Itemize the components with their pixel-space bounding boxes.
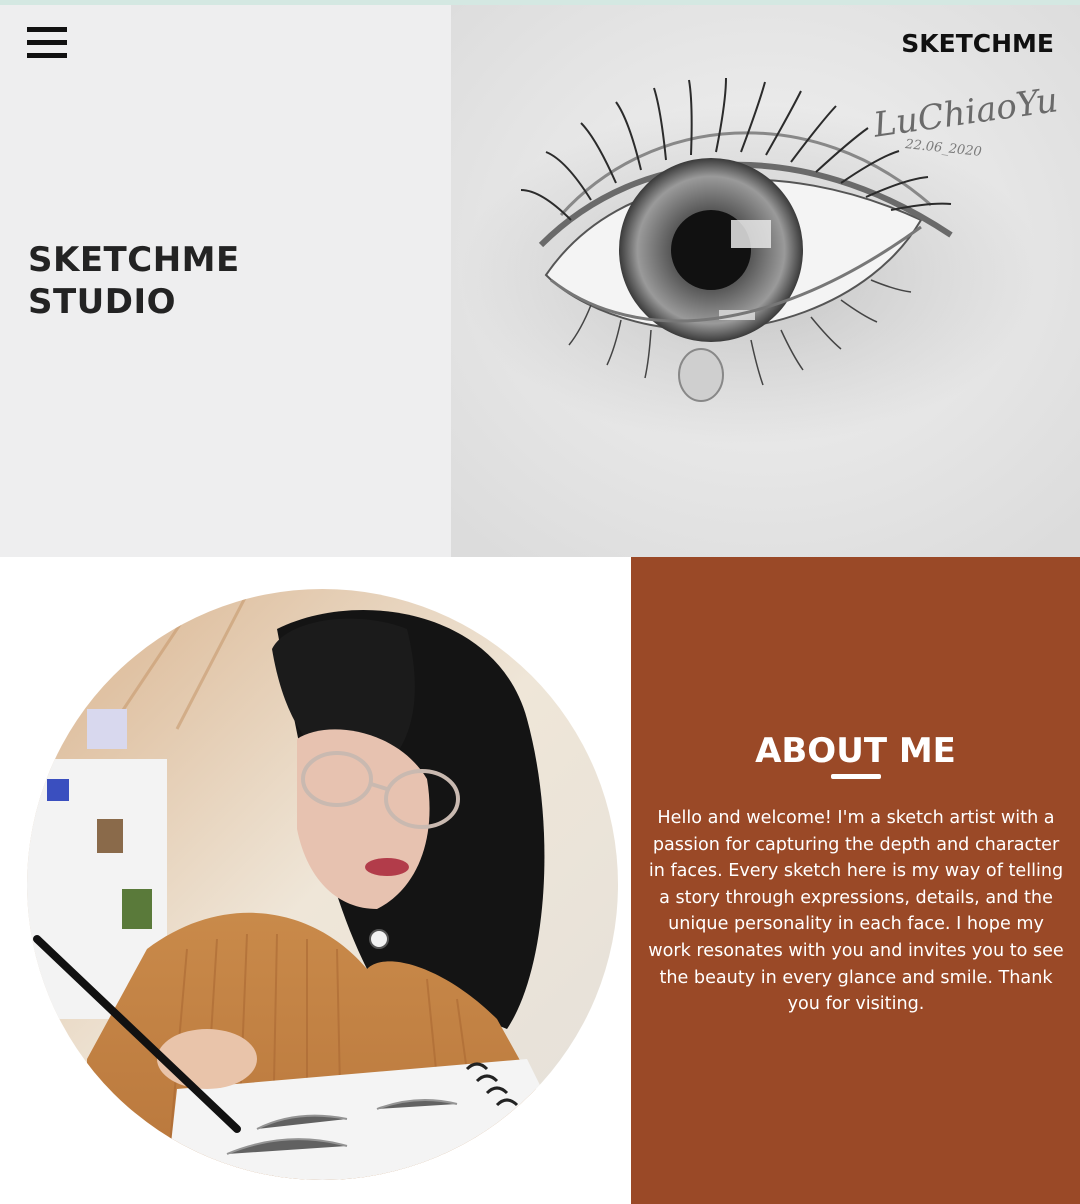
hero-title-line2: STUDIO <box>28 282 177 322</box>
hero-title: SKETCHME STUDIO <box>28 239 388 323</box>
hero-section: SKETCHME STUDIO LuChiaoYu 22.06_2020 SKE… <box>0 5 1080 562</box>
heading-underline <box>831 774 881 779</box>
signature-text: LuChiaoYu <box>871 80 1061 146</box>
menu-bar <box>27 27 67 32</box>
about-me-panel: ABOUT ME Hello and welcome! I'm a sketch… <box>631 557 1080 1204</box>
about-section: ABOUT ME Hello and welcome! I'm a sketch… <box>0 557 1080 1204</box>
artist-portrait-image <box>27 589 618 1180</box>
menu-bar <box>27 40 67 45</box>
hero-title-line1: SKETCHME <box>28 240 240 280</box>
artist-photo-panel <box>0 557 631 1204</box>
menu-bar <box>27 53 67 58</box>
hero-artwork-panel: LuChiaoYu 22.06_2020 SKETCHME <box>451 5 1080 557</box>
hamburger-menu-icon[interactable] <box>27 27 67 61</box>
signature-date: 22.06_2020 <box>904 137 983 160</box>
about-body-text: Hello and welcome! I'm a sketch artist w… <box>648 808 1064 1015</box>
brand-logo[interactable]: SKETCHME <box>901 29 1054 58</box>
about-heading: ABOUT ME <box>755 731 956 771</box>
hero-left-panel: SKETCHME STUDIO <box>0 5 451 557</box>
artist-signature: LuChiaoYu 22.06_2020 <box>849 80 1060 187</box>
